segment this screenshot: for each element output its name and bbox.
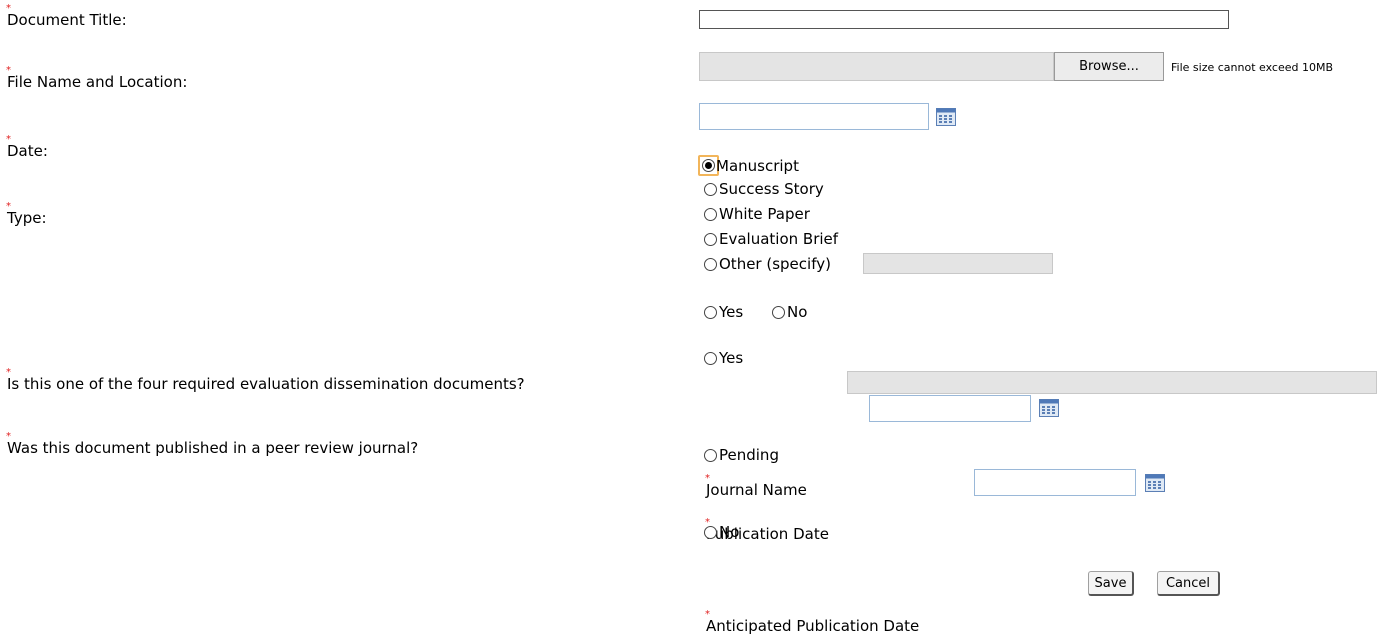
yes-label: Yes [719,349,744,367]
no-label: No [719,523,740,541]
journal-name-input[interactable] [847,371,1377,394]
calendar-icon[interactable] [1145,474,1165,492]
cancel-button[interactable]: Cancel [1157,571,1220,596]
type-radio-white-paper[interactable]: White Paper [703,205,810,223]
required-yes-radio[interactable]: Yes [703,303,743,321]
type-option-label: Success Story [719,180,824,198]
radio-icon[interactable] [704,351,717,365]
publication-date-input[interactable] [869,395,1031,422]
radio-icon[interactable] [704,257,717,271]
type-radio-evaluation-brief[interactable]: Evaluation Brief [703,230,838,248]
anticipated-date-input[interactable] [974,469,1136,496]
type-option-label: White Paper [719,205,810,223]
radio-icon[interactable] [704,305,717,319]
radio-icon[interactable] [704,525,717,539]
peer-yes-radio[interactable]: Yes [703,349,743,367]
radio-icon[interactable] [704,182,717,196]
type-radio-manuscript[interactable]: Manuscript [698,155,799,176]
type-radio-success-story[interactable]: Success Story [703,180,824,198]
radio-selected-icon[interactable] [702,159,715,172]
type-option-label: Manuscript [716,156,799,175]
peer-no-radio[interactable]: No [703,523,739,541]
peer-pending-radio[interactable]: Pending [703,446,779,464]
date-input[interactable] [699,103,929,130]
required-no-radio[interactable]: No [771,303,807,321]
anticipated-publication-date-label: Anticipated Publication Date [705,610,1390,635]
peer-review-question: Was this document published in a peer re… [6,432,1390,457]
yes-label: Yes [719,303,744,321]
type-option-label: Evaluation Brief [719,230,839,248]
browse-button[interactable]: Browse... [1054,52,1164,81]
pending-label: Pending [719,446,779,464]
radio-icon[interactable] [772,305,785,319]
type-option-label: Other (specify) [719,255,831,273]
file-size-note: File size cannot exceed 10MB [1171,61,1333,74]
radio-icon[interactable] [704,232,717,246]
file-path-field[interactable] [699,52,1054,81]
publication-date-label: Publication Date [705,518,1390,543]
save-button[interactable]: Save [1088,571,1134,596]
other-specify-input[interactable] [863,253,1053,274]
radio-icon[interactable] [704,207,717,221]
document-title-input[interactable] [699,10,1229,29]
type-radio-other[interactable]: Other (specify) [703,255,831,273]
calendar-icon[interactable] [936,108,956,126]
no-label: No [787,303,808,321]
calendar-icon[interactable] [1039,399,1059,417]
type-label: Type: [6,202,1390,227]
radio-icon[interactable] [704,448,717,462]
